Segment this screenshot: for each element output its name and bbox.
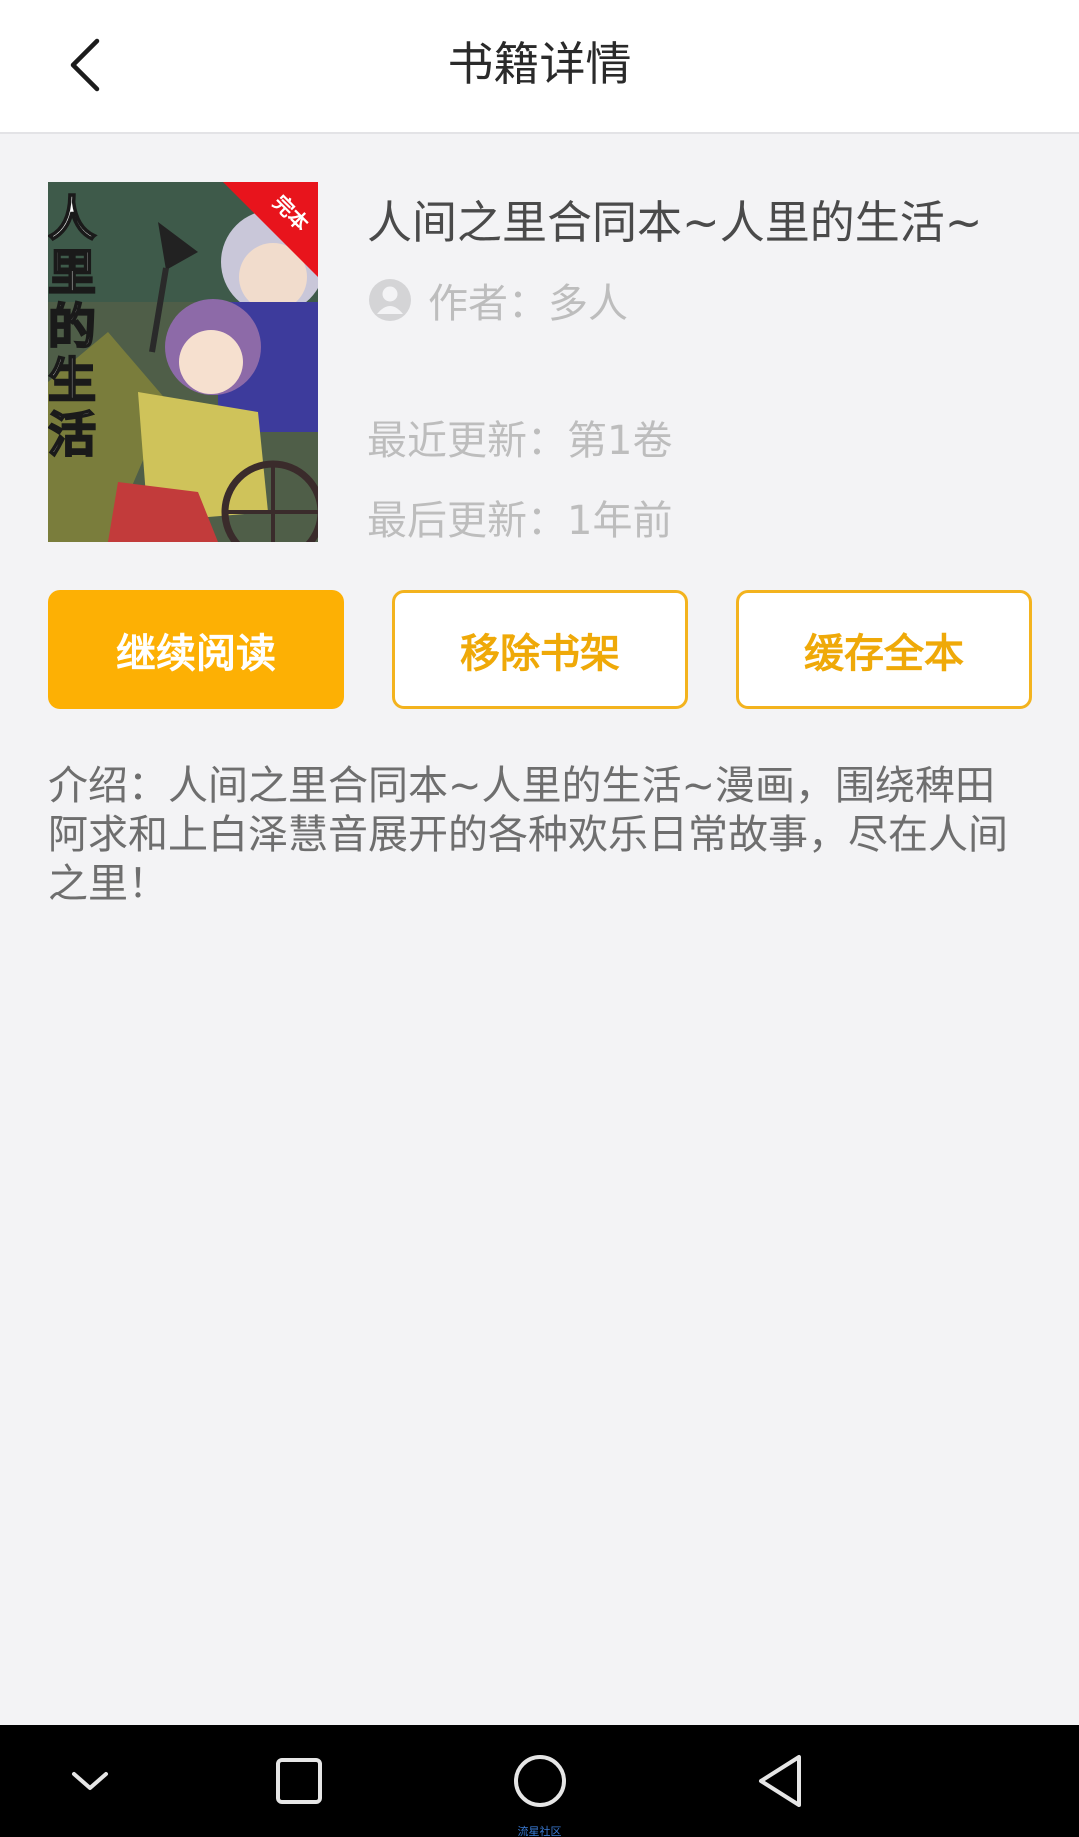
chevron-down-icon (68, 1766, 112, 1800)
nav-collapse-button[interactable] (50, 1743, 130, 1823)
recent-update-label: 最近更新： (367, 418, 567, 464)
circle-icon (512, 1753, 568, 1813)
author-row: 作者： 多人 (368, 272, 628, 328)
book-introduction: 介绍：人间之里合同本~人里的生活~漫画，围绕稗田阿求和上白泽慧音展开的各种欢乐日… (48, 763, 1008, 907)
triangle-back-icon (755, 1753, 805, 1813)
remove-from-shelf-button[interactable]: 移除书架 (392, 590, 688, 709)
user-avatar-icon (368, 278, 412, 322)
watermark-caption: 流星社区 (517, 1825, 562, 1837)
author-label: 作者： (428, 281, 548, 327)
nav-recents-button[interactable] (259, 1743, 339, 1823)
square-icon (274, 1756, 324, 1810)
cache-all-button[interactable]: 缓存全本 (736, 590, 1032, 709)
top-bar: 书籍详情 (0, 0, 1079, 134)
book-title: 人间之里合同本~人里的生活~ (367, 196, 983, 249)
recent-update-value: 第1卷 (567, 418, 673, 464)
nav-home-button[interactable] (500, 1743, 580, 1823)
book-cover-image[interactable]: 完本 人里的生活 (48, 182, 318, 542)
cover-title-text: 人里的生活 (48, 191, 97, 463)
last-update-label: 最后更新： (367, 498, 567, 544)
recent-update: 最近更新：第1卷 (367, 408, 672, 466)
last-update-value: 1年前 (567, 498, 673, 544)
page-title: 书籍详情 (447, 37, 632, 91)
author-name: 多人 (548, 281, 628, 327)
system-navigation-bar: 流星社区 (0, 1725, 1079, 1837)
nav-back-button[interactable] (740, 1743, 820, 1823)
continue-reading-button[interactable]: 继续阅读 (48, 590, 344, 709)
last-update: 最后更新：1年前 (367, 488, 672, 546)
